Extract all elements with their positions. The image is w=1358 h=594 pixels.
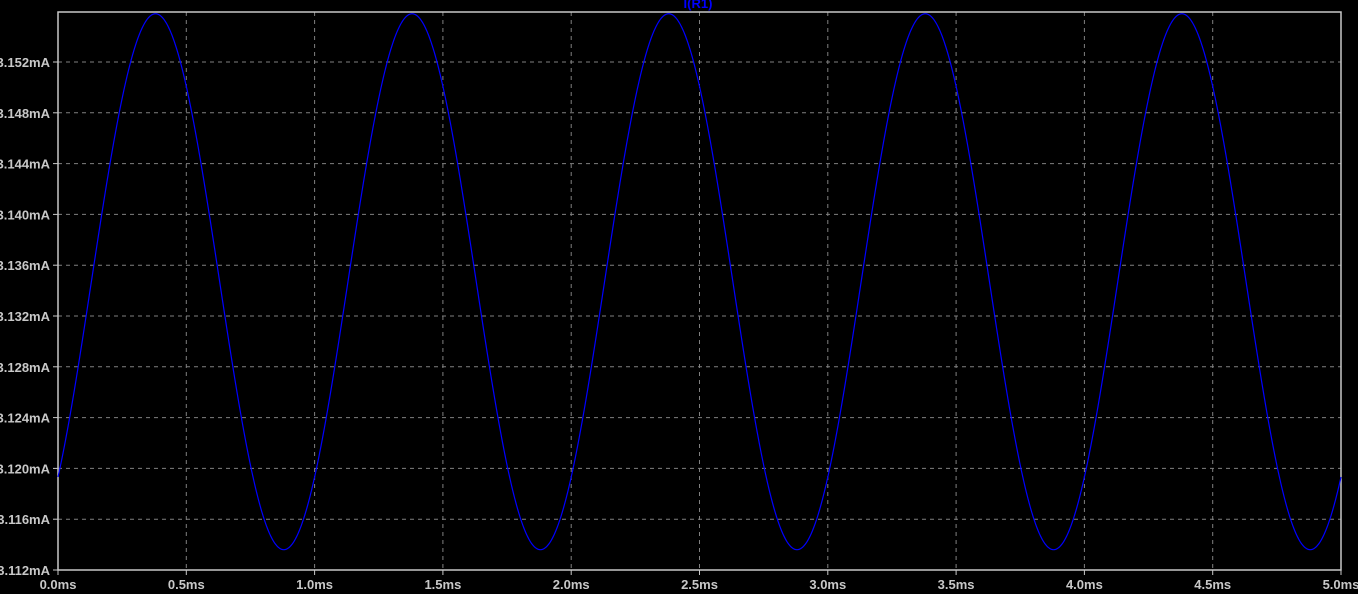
x-tick-label: 2.5ms bbox=[681, 577, 718, 592]
y-tick-label: 3.132mA bbox=[0, 309, 51, 324]
x-tick-label: 1.0ms bbox=[296, 577, 333, 592]
chart-title[interactable]: I(R1) bbox=[684, 0, 713, 11]
y-tick-label: 3.120mA bbox=[0, 461, 51, 476]
x-tick-label: 5.0ms bbox=[1323, 577, 1358, 592]
axis-ticks: 0.0ms 0.5ms 1.0ms 1.5ms 2.0ms 2.5ms 3.0ms 3.5ms… bbox=[0, 55, 1358, 592]
y-tick-label: 3.140mA bbox=[0, 207, 51, 222]
x-tick-label: 4.5ms bbox=[1194, 577, 1231, 592]
y-tick-label: 3.136mA bbox=[0, 258, 51, 273]
x-tick-label: 4.0ms bbox=[1066, 577, 1103, 592]
x-tick-label: 3.0ms bbox=[809, 577, 846, 592]
y-tick-label: 3.148mA bbox=[0, 106, 51, 121]
x-tick-label: 0.0ms bbox=[40, 577, 77, 592]
y-tick-label: 3.112mA bbox=[0, 563, 51, 578]
x-tick-label: 3.5ms bbox=[938, 577, 975, 592]
x-tick-label: 2.0ms bbox=[553, 577, 590, 592]
x-tick-label: 0.5ms bbox=[168, 577, 205, 592]
waveform-plot[interactable]: 0.0ms 0.5ms 1.0ms 1.5ms 2.0ms 2.5ms 3.0ms 3.5ms… bbox=[0, 0, 1358, 594]
y-tick-label: 3.152mA bbox=[0, 55, 51, 70]
y-tick-label: 3.116mA bbox=[0, 512, 51, 527]
y-tick-label: 3.144mA bbox=[0, 157, 51, 172]
x-tick-label: 1.5ms bbox=[424, 577, 461, 592]
y-tick-label: 3.128mA bbox=[0, 360, 51, 375]
y-tick-label: 3.124mA bbox=[0, 411, 51, 426]
